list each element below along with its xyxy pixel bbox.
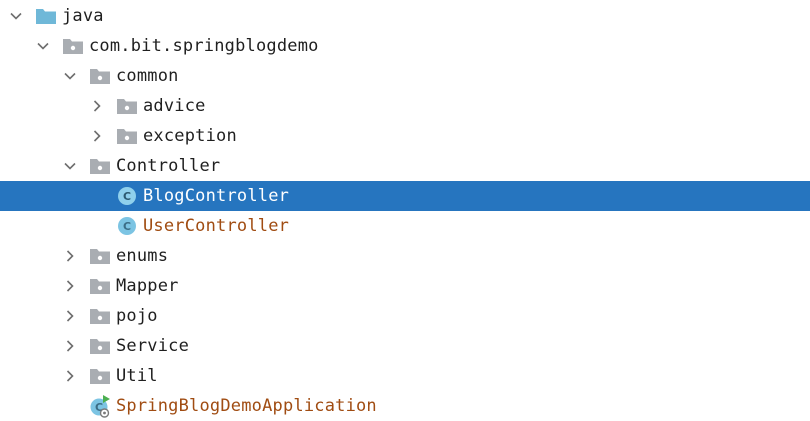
tree-row-label: com.bit.springblogdemo [89,36,319,56]
tree-row-springblogdemoapplication[interactable]: C SpringBlogDemoApplication [0,391,810,421]
package-icon [89,151,111,181]
tree-row-common[interactable]: common [0,61,810,91]
class-icon: C [116,181,138,211]
class-icon: C [116,211,138,241]
tree-row-exception[interactable]: exception [0,121,810,151]
chevron-down-icon[interactable] [8,1,24,31]
chevron-right-icon[interactable] [62,271,78,301]
package-icon [89,241,111,271]
class-icon-letter: C [118,187,136,205]
tree-row-label: advice [143,96,206,116]
tree-row-label: exception [143,126,237,146]
tree-row-enums[interactable]: enums [0,241,810,271]
chevron-down-icon[interactable] [62,61,78,91]
tree-row-label: pojo [116,306,158,326]
tree-row-java[interactable]: java [0,1,810,31]
package-icon [89,331,111,361]
project-tree: java com.bit.springblogdemo common advic… [0,0,810,420]
tree-row-util[interactable]: Util [0,361,810,391]
tree-row-label: java [62,6,104,26]
tree-row-pojo[interactable]: pojo [0,301,810,331]
tree-row-service[interactable]: Service [0,331,810,361]
tree-row-controller[interactable]: Controller [0,151,810,181]
package-icon [62,31,84,61]
tree-row-label: UserController [143,216,290,236]
tree-row-advice[interactable]: advice [0,91,810,121]
package-icon [116,121,138,151]
source-folder-icon [35,1,57,31]
tree-row-label: Service [116,336,190,356]
chevron-down-icon[interactable] [62,151,78,181]
tree-row-label: Mapper [116,276,179,296]
class-icon-letter: C [118,217,136,235]
package-icon [116,91,138,121]
chevron-right-icon[interactable] [62,331,78,361]
package-icon [89,361,111,391]
tree-row-usercontroller[interactable]: C UserController [0,211,810,241]
tree-row-label: common [116,66,179,86]
package-icon [89,61,111,91]
chevron-down-icon[interactable] [35,31,51,61]
tree-row-blogcontroller[interactable]: C BlogController [0,181,810,211]
tree-row-label: BlogController [143,186,290,206]
tree-row-com-bit-springblogdemo[interactable]: com.bit.springblogdemo [0,31,810,61]
tree-row-label: Controller [116,156,221,176]
chevron-right-icon[interactable] [62,361,78,391]
chevron-right-icon[interactable] [62,301,78,331]
tree-row-mapper[interactable]: Mapper [0,271,810,301]
spring-boot-application-icon: C [89,391,111,421]
tree-row-label: SpringBlogDemoApplication [116,396,377,416]
chevron-right-icon[interactable] [89,91,105,121]
chevron-right-icon[interactable] [89,121,105,151]
tree-row-label: Util [116,366,158,386]
package-icon [89,301,111,331]
chevron-right-icon[interactable] [62,241,78,271]
package-icon [89,271,111,301]
tree-row-label: enums [116,246,169,266]
